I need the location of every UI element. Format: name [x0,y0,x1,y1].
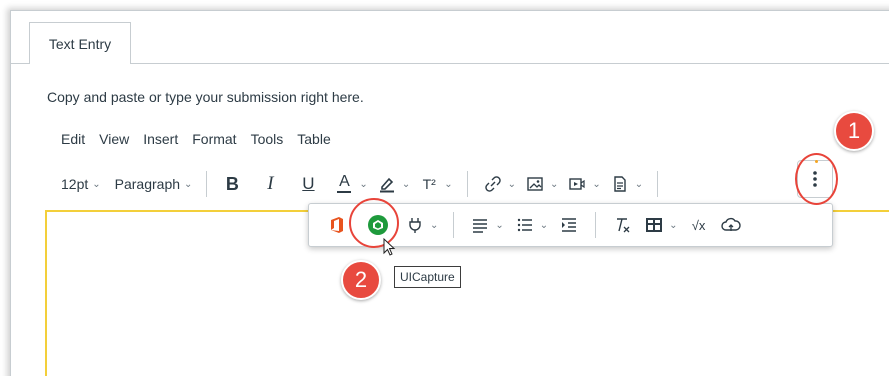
text-color-button[interactable]: A ⌄ [329,168,371,200]
table-button[interactable]: ⌄ [638,210,682,240]
image-button[interactable]: ⌄ [520,168,562,200]
office-icon [326,214,348,236]
tab-text-entry[interactable]: Text Entry [29,22,131,64]
text-color-icon: A [333,173,355,195]
superscript-button[interactable]: T² ⌄ [414,168,456,200]
chevron-down-icon: ⌄ [669,219,678,231]
uicapture-tooltip: UICapture [394,266,461,288]
toolbar-separator [453,212,455,238]
media-icon [566,173,588,195]
font-size-value: 12pt [61,176,89,192]
menu-edit[interactable]: Edit [61,131,85,147]
chevron-down-icon: ⌄ [92,178,101,190]
bold-icon: B [225,173,239,194]
clear-formatting-icon [611,214,633,236]
step-badge-2: 2 [341,260,381,300]
equation-button[interactable]: √x [683,210,715,240]
office-button[interactable] [321,210,353,240]
link-button[interactable]: ⌄ [478,168,520,200]
align-left-icon [469,214,491,236]
block-format-value: Paragraph [114,176,181,192]
bullet-list-icon [514,214,536,236]
underline-icon: U [302,174,315,193]
chevron-down-icon: ⌄ [359,178,368,190]
image-icon [524,173,546,195]
notification-dot [815,160,818,163]
bold-button[interactable]: B [217,168,247,200]
tab-divider [131,63,889,64]
menu-table[interactable]: Table [297,131,330,147]
more-vertical-icon [804,168,826,190]
highlight-color-button[interactable]: ⌄ [372,168,414,200]
cloud-upload-button[interactable] [715,210,747,240]
italic-button[interactable]: I [255,168,285,200]
instructions-text: Copy and paste or type your submission r… [47,89,364,105]
cloud-icon [720,214,742,236]
toolbar-separator [466,171,468,197]
equation-icon: √x [691,217,706,233]
chevron-down-icon: ⌄ [401,178,411,190]
toolbar-separator [595,212,597,238]
superscript-icon: T² [422,176,436,192]
document-icon [609,173,631,195]
chevron-down-icon: ⌄ [184,178,193,190]
chevron-down-icon: ⌄ [592,178,601,190]
font-size-dropdown[interactable]: 12pt ⌄ [57,168,105,200]
chevron-down-icon: ⌄ [495,219,504,231]
highlighter-icon [376,173,398,195]
chevron-down-icon: ⌄ [430,219,439,231]
more-toolbar-button[interactable] [797,160,833,198]
toolbar-separator [206,171,208,197]
menu-insert[interactable]: Insert [143,131,178,147]
menu-format[interactable]: Format [192,131,236,147]
menu-tools[interactable]: Tools [251,131,284,147]
underline-button[interactable]: U [293,168,323,200]
clear-formatting-button[interactable] [606,210,638,240]
uicapture-button[interactable] [363,210,393,240]
menu-view[interactable]: View [99,131,129,147]
plugins-button[interactable]: ⌄ [399,210,443,240]
media-button[interactable]: ⌄ [562,168,604,200]
list-button[interactable]: ⌄ [509,210,553,240]
tab-text-entry-label: Text Entry [48,35,112,52]
indent-button[interactable] [553,210,585,240]
link-icon [482,173,504,195]
editor-toolbar: 12pt ⌄ Paragraph ⌄ B I U A ⌄ ⌄ T² ⌄ ⌄ ⌄ … [47,164,889,204]
chevron-down-icon: ⌄ [507,178,516,190]
chevron-down-icon: ⌄ [539,219,549,231]
step-badge-1: 1 [834,111,874,151]
block-format-dropdown[interactable]: Paragraph ⌄ [111,168,197,200]
indent-icon [558,214,580,236]
editor-menubar: Edit View Insert Format Tools Table [61,131,331,147]
tab-divider [10,63,29,64]
table-icon [643,214,665,236]
chevron-down-icon: ⌄ [549,178,559,190]
document-button[interactable]: ⌄ [605,168,647,200]
toolbar-separator [657,171,659,197]
chevron-down-icon: ⌄ [634,178,644,190]
align-button[interactable]: ⌄ [464,210,508,240]
mouse-pointer-icon [383,237,397,263]
plug-icon [404,214,426,236]
uicapture-icon [368,215,388,235]
chevron-down-icon: ⌄ [444,178,453,190]
italic-icon: I [267,173,274,194]
